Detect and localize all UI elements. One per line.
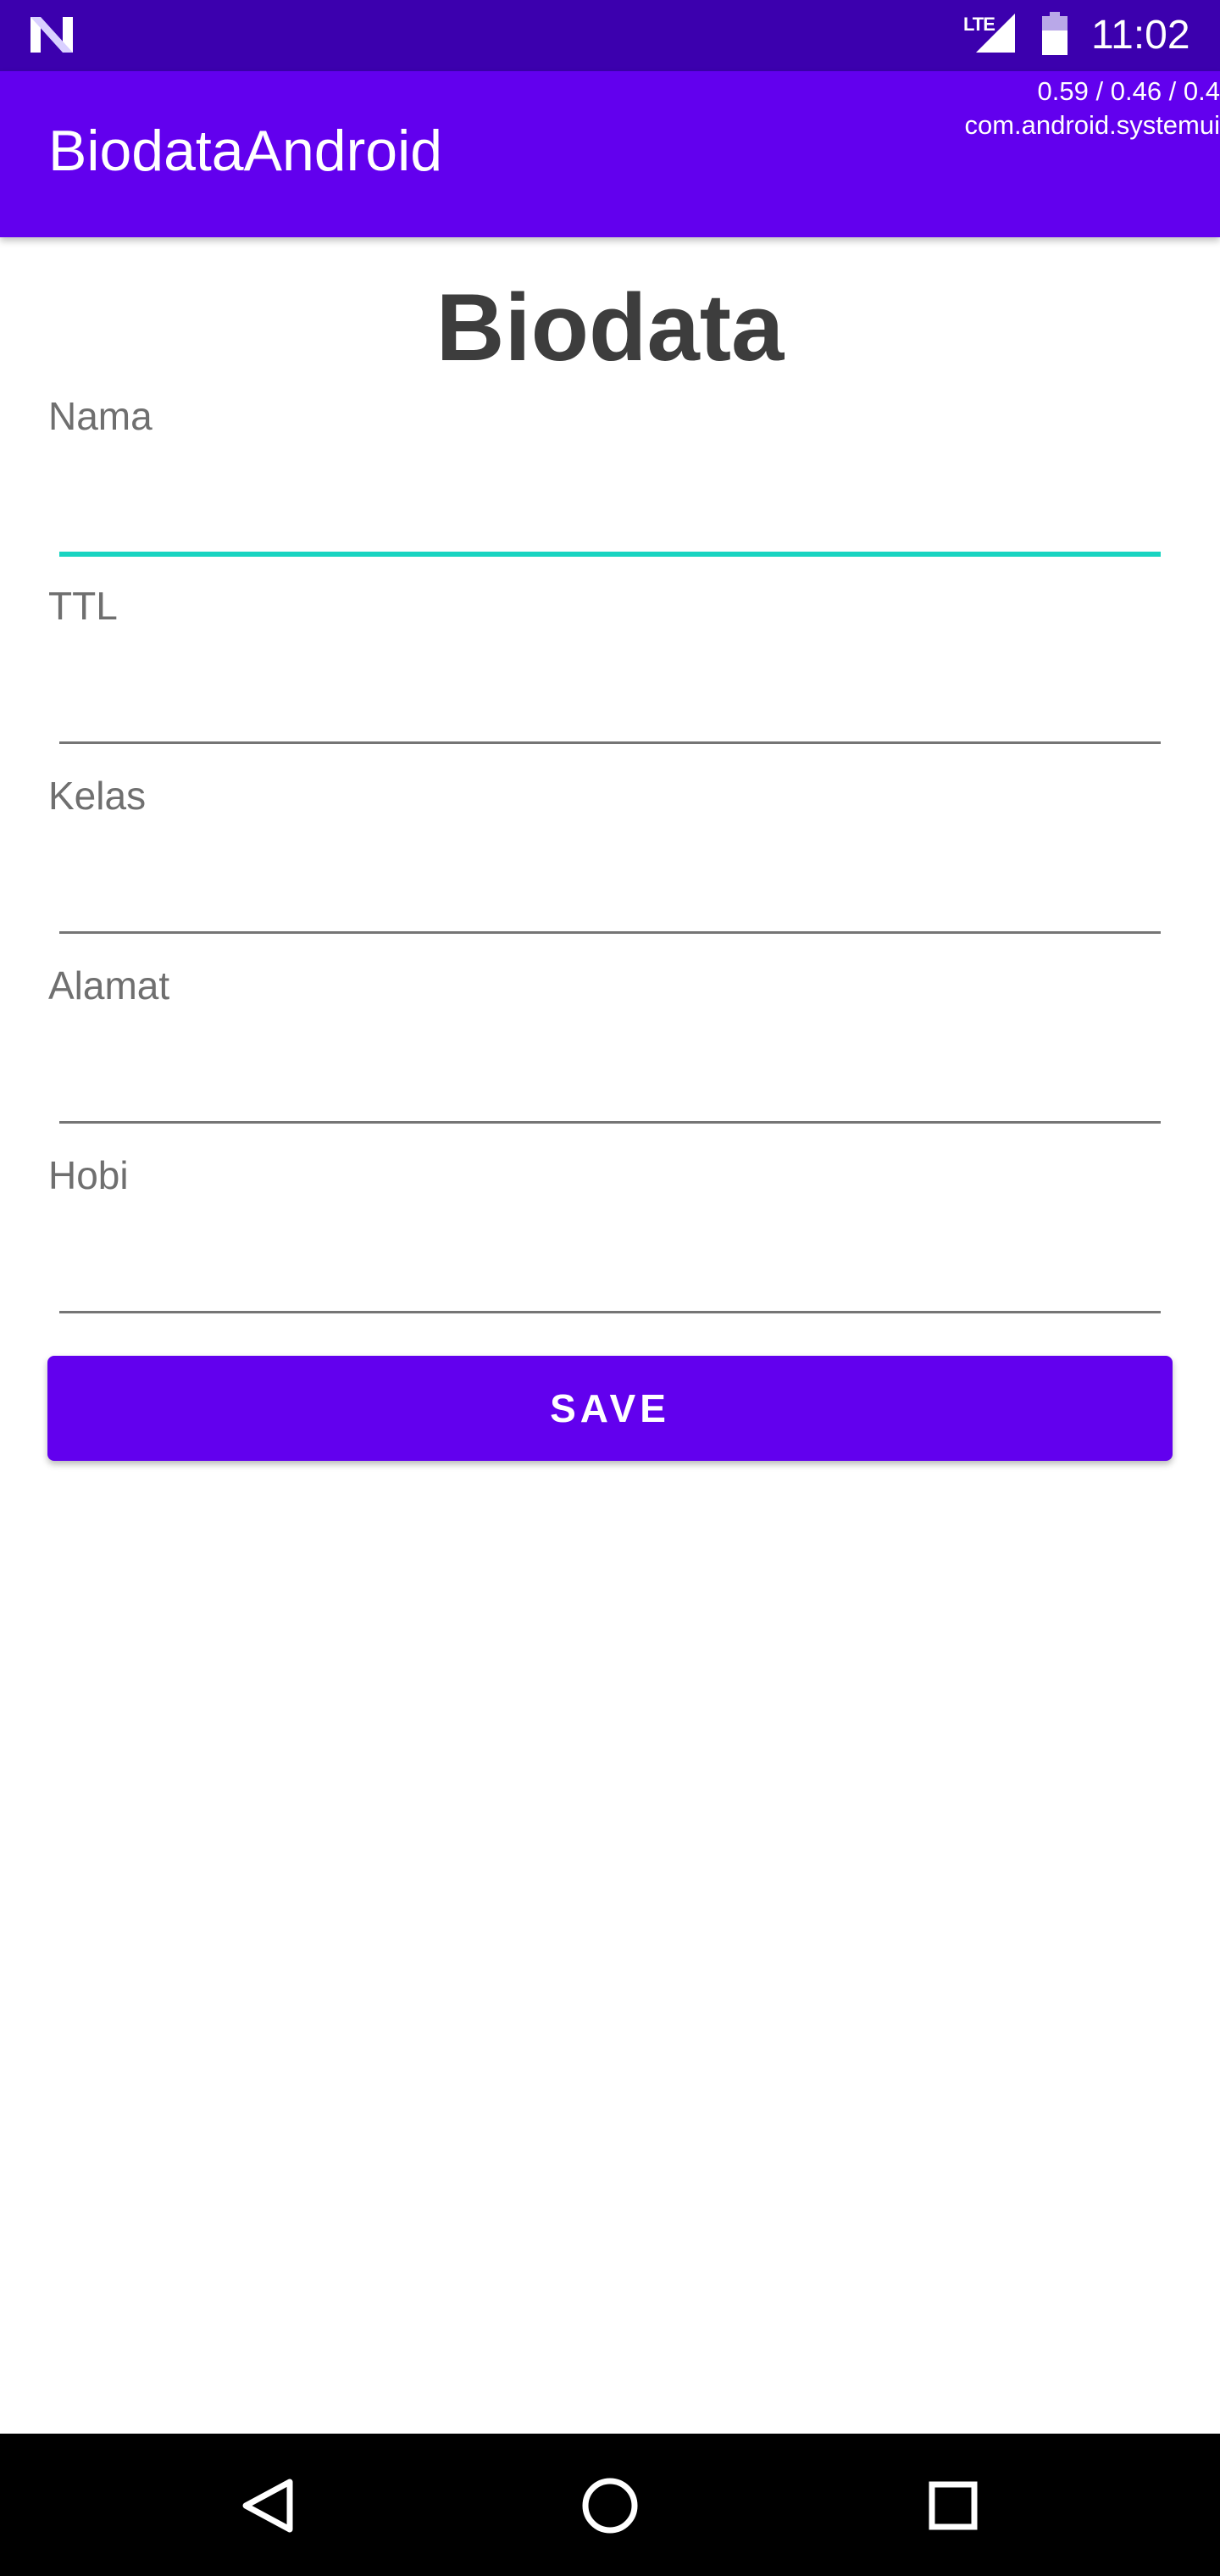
kelas-input[interactable] <box>59 859 1161 932</box>
debug-overlay: 0.59 / 0.46 / 0.4 com.android.systemui <box>964 75 1220 142</box>
back-icon[interactable] <box>230 2468 307 2544</box>
hobi-underline <box>59 1311 1161 1313</box>
alamat-underline <box>59 1121 1161 1124</box>
kelas-underline <box>59 931 1161 934</box>
status-bar: LTE 11:02 <box>0 0 1220 71</box>
app-title: BiodataAndroid <box>48 119 443 183</box>
ttl-underline <box>59 741 1161 744</box>
ttl-label: TTL <box>48 584 118 628</box>
app-bar: BiodataAndroid 0.59 / 0.46 / 0.4 com.and… <box>0 71 1220 237</box>
navigation-bar <box>0 2434 1220 2576</box>
ttl-input[interactable] <box>59 669 1161 742</box>
recents-icon[interactable] <box>915 2468 991 2544</box>
page-title: Biodata <box>435 275 785 380</box>
status-clock: 11:02 <box>1091 13 1190 58</box>
signal-icon <box>976 14 1015 53</box>
home-icon[interactable] <box>572 2468 648 2544</box>
hobi-input[interactable] <box>59 1239 1161 1312</box>
alamat-input[interactable] <box>59 1049 1161 1122</box>
debug-line-values: 0.59 / 0.46 / 0.4 <box>1037 76 1220 106</box>
app-screen: LTE 11:02 BiodataAndroid 0.59 / 0.46 / 0… <box>0 0 1220 2576</box>
debug-line-package: com.android.systemui <box>964 110 1220 140</box>
hobi-label: Hobi <box>48 1153 129 1197</box>
battery-icon <box>1042 12 1068 55</box>
nama-label: Nama <box>48 394 152 438</box>
kelas-label: Kelas <box>48 774 147 818</box>
n-logo-icon <box>30 17 73 53</box>
save-button[interactable]: SAVE <box>47 1356 1173 1461</box>
nama-input[interactable] <box>59 480 1161 552</box>
alamat-label: Alamat <box>48 963 170 1008</box>
nama-underline <box>59 552 1161 557</box>
